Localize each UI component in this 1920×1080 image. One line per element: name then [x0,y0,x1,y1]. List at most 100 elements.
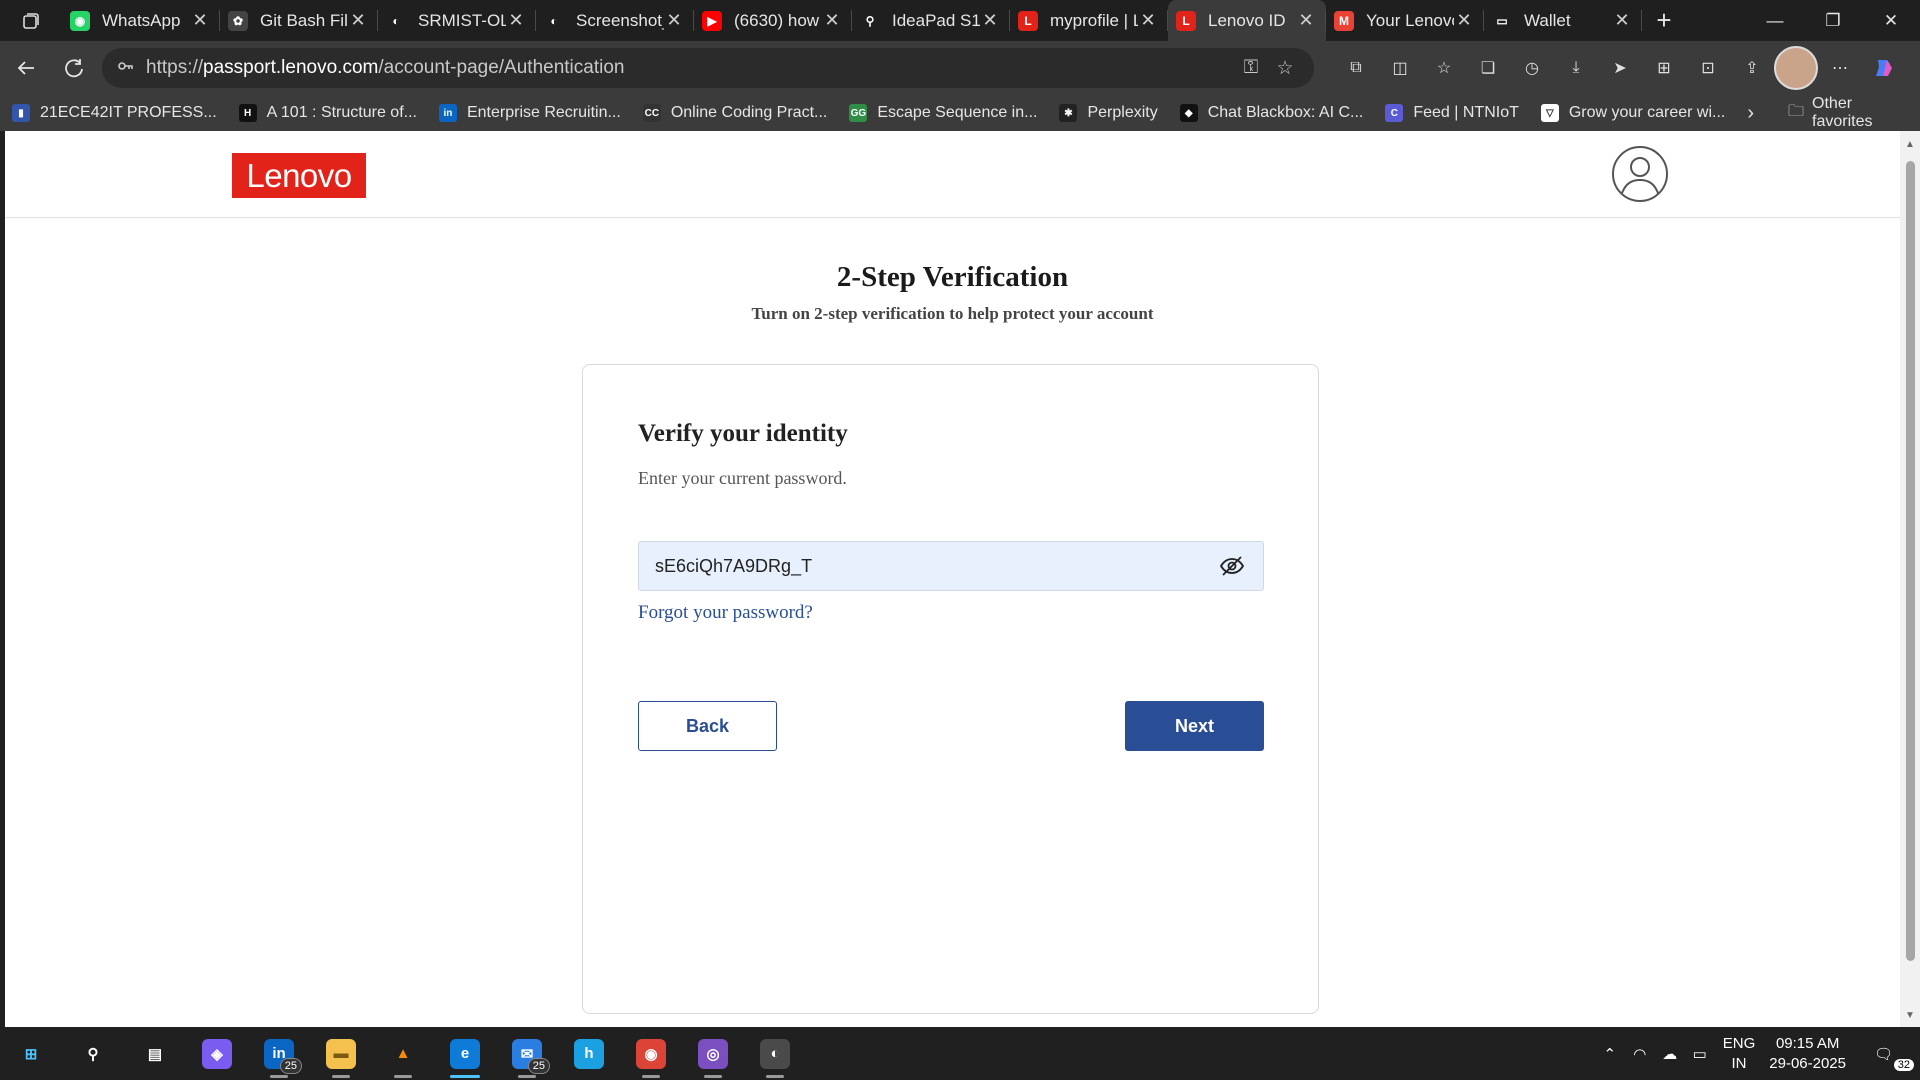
favorite-item[interactable]: C Feed | NTNIoT [1385,104,1519,122]
close-tab-icon[interactable]: ✕ [348,10,368,31]
browser-tab[interactable]: ⚲ IdeaPad S14✕ [852,0,1010,41]
apps-icon[interactable]: ⊞ [1642,46,1686,90]
close-tab-icon[interactable]: ✕ [1138,10,1158,31]
close-tab-icon[interactable]: ✕ [1296,10,1316,31]
close-tab-icon[interactable]: ✕ [1612,10,1632,31]
taskbar-app[interactable]: ◐ [744,1027,806,1080]
windows-taskbar: ⊞ ⚲ ▤ ◈ in 25 ▬ ▲ e ✉ 25 h ◉ ◎ ◐ ⌃ ◠ ☁ ▭ ENG IN 09:15 … [0,1027,1920,1080]
scroll-down-icon[interactable]: ▼ [1905,1010,1915,1021]
window-controls: — ❐ ✕ [1746,0,1920,41]
browser-tab[interactable]: ◐ SRMIST-OLD✕ [378,0,536,41]
language-indicator[interactable]: ENG IN [1723,1034,1756,1074]
browser-tab[interactable]: ▭ Wallet ✕ [1484,0,1642,41]
send-icon[interactable]: ➤ [1598,46,1642,90]
taskbar-app[interactable]: ◎ [682,1027,744,1080]
browser-tab[interactable]: Lmyprofile | L ✕ [1010,0,1168,41]
new-tab-button[interactable]: + [1642,0,1686,41]
browser-toolbar: https://passport.lenovo.com/account-page… [0,41,1920,95]
collections-icon[interactable]: ❏ [1466,46,1510,90]
forgot-password-link[interactable]: Forgot your password? [638,602,813,624]
taskbar-app[interactable]: e [434,1027,496,1080]
refresh-icon [65,59,83,78]
favorite-item[interactable]: H A 101 : Structure of... [238,104,417,122]
close-tab-icon[interactable]: ✕ [980,10,1000,31]
copilot-icon: ◈ [202,1038,232,1069]
taskbar-app[interactable]: in 25 [248,1027,310,1080]
chevron-up-icon[interactable]: ⌃ [1595,1045,1625,1063]
hide-password-icon[interactable] [1217,551,1247,581]
taskbar-app[interactable]: ⚲ [62,1027,124,1080]
taskbar-app[interactable]: ▲ [372,1027,434,1080]
user-account-icon[interactable] [1611,145,1669,203]
taskbar-app[interactable]: ✉ 25 [496,1027,558,1080]
browser-tab[interactable]: ◉ WhatsApp ✕ [62,0,220,41]
address-bar[interactable]: https://passport.lenovo.com/account-page… [102,48,1314,88]
favorite-item[interactable]: GG Escape Sequence in... [849,104,1037,122]
scroll-up-icon[interactable]: ▲ [1905,139,1915,150]
favorites-icon[interactable]: ☆ [1422,46,1466,90]
taskbar-app[interactable]: ◈ [186,1027,248,1080]
clock[interactable]: 09:15 AM 29-06-2025 [1769,1034,1846,1074]
more-menu-icon[interactable]: ⋯ [1818,46,1862,90]
close-tab-icon[interactable]: ✕ [1454,10,1474,31]
tab-title: Git Bash File [260,10,348,30]
close-tab-icon[interactable]: ✕ [822,10,842,31]
browser-tab[interactable]: ▶ (6630) how t ✕ [694,0,852,41]
page-scrollbar[interactable]: ▲ ▼ [1900,131,1920,1027]
favorite-label: Chat Blackbox: AI C... [1207,104,1364,121]
next-button[interactable]: Next [1125,701,1264,751]
lenovo-logo[interactable]: Lenovo [232,153,366,198]
refresh-button[interactable] [52,46,96,90]
back-button[interactable]: Back [638,701,777,751]
favorite-item[interactable]: CC Online Coding Pract... [642,104,827,122]
lenovo-icon: L [1018,10,1038,31]
history-icon[interactable]: ◷ [1510,46,1554,90]
minimize-button[interactable]: — [1746,0,1804,41]
other-favorites-button[interactable]: 🗀 Other favorites [1788,95,1904,131]
tab-title: Lenovo ID [1208,10,1286,30]
browser-tab[interactable]: ✿ Git Bash File ✕ [220,0,378,41]
password-input[interactable] [655,555,1217,577]
taskbar-app[interactable]: ▤ [124,1027,186,1080]
favorite-item[interactable]: ▽ Grow your career wi... [1540,104,1725,122]
copilot-icon[interactable] [1862,46,1906,90]
tab-strip: ◉WhatsApp✕✿Git Bash File✕◐SRMIST-OLD✕◐Sc… [0,0,1920,41]
battery-icon[interactable]: ▭ [1685,1045,1715,1063]
taskbar-app[interactable]: ⊞ [0,1027,62,1080]
taskbar-app[interactable]: h [558,1027,620,1080]
close-window-button[interactable]: ✕ [1862,0,1920,41]
password-key-icon[interactable]: ⚿ [1234,57,1268,79]
browser-tab[interactable]: L Lenovo ID ✕ [1168,0,1326,41]
favorite-star-icon[interactable]: ☆ [1268,57,1302,80]
screenshot-icon[interactable]: ⊡ [1686,46,1730,90]
tab-title: (6630) how t [734,10,822,30]
scrollbar-thumb[interactable] [1906,161,1915,961]
browser-tab[interactable]: M Your Lenovo ✕ [1326,0,1484,41]
wifi-icon[interactable]: ◠ [1625,1045,1655,1063]
close-tab-icon[interactable]: ✕ [190,10,210,31]
password-field[interactable] [638,541,1264,591]
split-screen-icon[interactable]: ◫ [1378,46,1422,90]
favorite-item[interactable]: ▮ 21ECE42IT PROFESS... [12,104,217,122]
back-nav-button[interactable] [4,46,48,90]
downloads-icon[interactable]: ⤓ [1554,46,1598,90]
notification-count: 32 [1893,1058,1914,1071]
favorite-item[interactable]: in Enterprise Recruitin... [438,104,621,122]
taskbar-app[interactable]: ◉ [620,1027,682,1080]
restore-button[interactable]: ❐ [1804,0,1862,41]
browser-tab[interactable]: ◐ Screenshot_ ✕ [536,0,694,41]
close-tab-icon[interactable]: ✕ [506,10,526,31]
chevron-right-icon[interactable]: › [1747,102,1754,125]
notification-center-button[interactable]: 🗨 32 [1874,1045,1914,1071]
arrow-left-icon [17,61,34,75]
onedrive-icon[interactable]: ☁ [1655,1045,1685,1063]
workspaces-button[interactable] [0,0,62,41]
taskbar-app[interactable]: ▬ [310,1027,372,1080]
site-info-icon[interactable] [114,58,134,78]
profile-button[interactable] [1774,46,1818,90]
extensions-icon[interactable]: ⧉ [1334,46,1378,90]
close-tab-icon[interactable]: ✕ [664,10,684,31]
share-icon[interactable]: ⇪ [1730,46,1774,90]
favorite-item[interactable]: ✱ Perplexity [1059,104,1158,122]
favorite-item[interactable]: ◆ Chat Blackbox: AI C... [1179,104,1364,122]
